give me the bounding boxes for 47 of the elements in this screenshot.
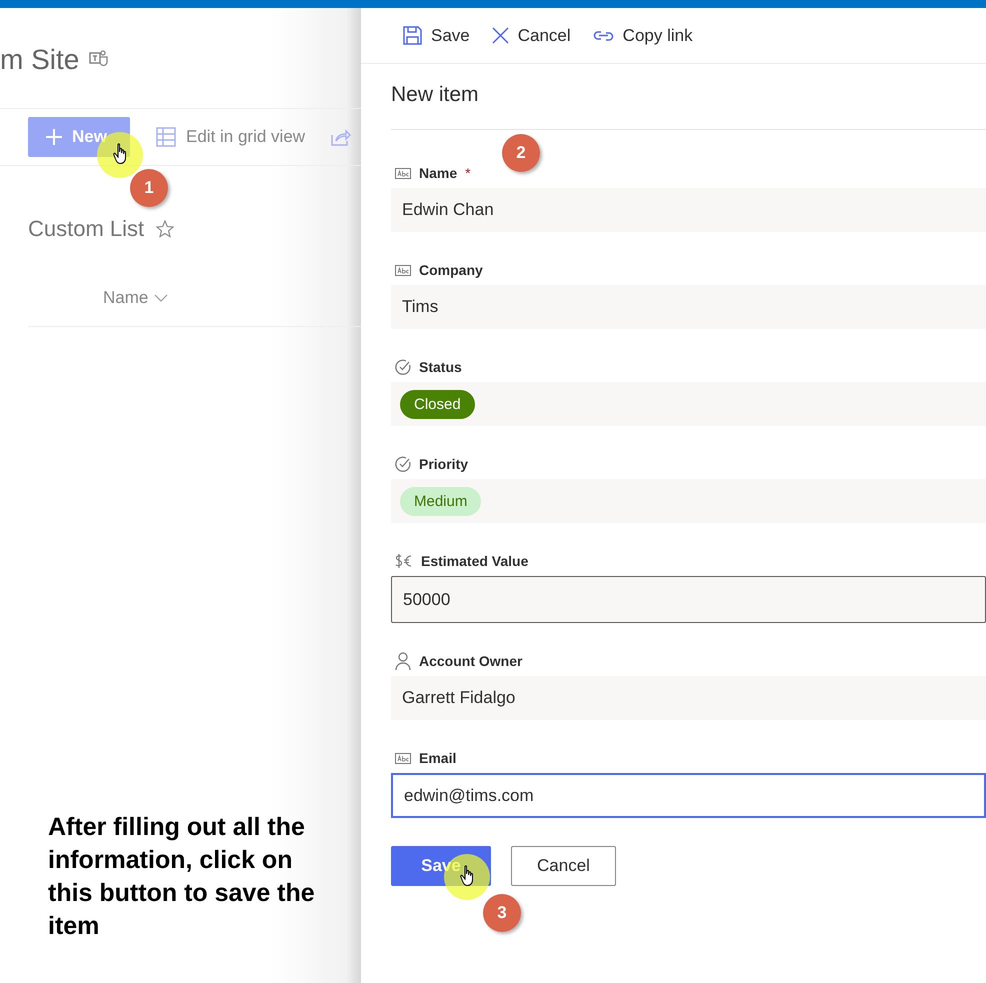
save-icon	[403, 26, 422, 45]
edit-grid-button[interactable]: Edit in grid view	[156, 127, 306, 147]
text-field[interactable]: Edwin Chan	[391, 188, 986, 232]
field-label: Status	[419, 359, 462, 375]
link-command[interactable]: Copy link	[592, 26, 693, 46]
hand-cursor-icon	[113, 143, 129, 165]
hand-cursor-icon	[460, 865, 476, 887]
required-mark: *	[465, 165, 471, 181]
text-field-icon	[395, 264, 411, 276]
number-input-field[interactable]: 50000	[391, 576, 986, 623]
text-field-icon	[395, 752, 411, 764]
instruction-text: After filling out all the information, click on this button to save the item	[48, 812, 316, 942]
link-icon	[592, 28, 614, 42]
share-icon[interactable]	[331, 128, 352, 146]
field-label: Priority	[419, 456, 468, 472]
chevron-down-icon	[154, 294, 168, 302]
text-field[interactable]: Tims	[391, 285, 986, 329]
plus-icon	[46, 129, 62, 145]
choice-field[interactable]: Medium	[391, 479, 986, 523]
currency-icon	[395, 553, 413, 569]
field-label: Company	[419, 262, 483, 278]
star-icon[interactable]	[156, 220, 174, 238]
choice-field[interactable]: Closed	[391, 382, 986, 426]
check-circle-icon	[395, 456, 411, 472]
teams-icon	[89, 49, 110, 67]
column-header[interactable]: Name	[103, 288, 168, 308]
grid-icon	[156, 127, 176, 147]
field-label: Account Owner	[419, 653, 522, 669]
text-field-icon	[395, 168, 411, 178]
panel-title: New item	[391, 64, 986, 130]
close-icon	[492, 27, 509, 44]
cancel-button[interactable]: Cancel	[511, 846, 616, 886]
step-badge: 2	[502, 134, 540, 172]
list-title: Custom List	[28, 216, 144, 242]
email-input-field[interactable]: edwin@tims.com	[391, 773, 986, 818]
field-label: Name	[419, 165, 458, 181]
check-circle-icon	[395, 359, 411, 375]
field-label: Email	[419, 750, 456, 766]
person-field[interactable]: Garrett Fidalgo	[391, 676, 986, 720]
choice-pill: Closed	[400, 390, 475, 418]
save-command[interactable]: Save	[403, 26, 470, 46]
step-badge: 3	[483, 894, 521, 932]
field-label: Estimated Value	[421, 553, 528, 569]
site-title: m Site	[0, 44, 80, 76]
cancel-command[interactable]: Cancel	[492, 26, 571, 46]
person-icon	[395, 652, 411, 670]
choice-pill: Medium	[400, 486, 482, 516]
